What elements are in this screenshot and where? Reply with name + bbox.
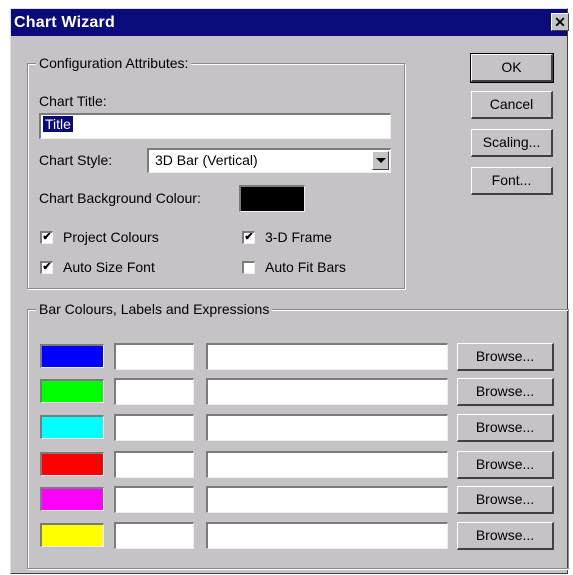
bar-colour-swatch[interactable] — [40, 379, 104, 403]
bar-label-input[interactable] — [114, 486, 194, 513]
checkbox-icon[interactable]: ✔ — [40, 230, 53, 244]
browse-button[interactable]: Browse... — [457, 414, 554, 442]
project-colours-checkbox[interactable]: ✔ Project Colours — [40, 229, 159, 245]
window-title: Chart Wizard — [14, 13, 115, 31]
bar-colour-swatch[interactable] — [40, 487, 104, 511]
title-bar[interactable]: Chart Wizard ✕ — [11, 9, 569, 36]
auto-fit-bars-label: Auto Fit Bars — [265, 259, 346, 275]
chart-style-value: 3D Bar (Vertical) — [155, 152, 258, 168]
bar-label-input[interactable] — [114, 343, 194, 370]
auto-size-font-checkbox[interactable]: ✔ Auto Size Font — [40, 259, 155, 275]
checkbox-icon[interactable]: ✔ — [242, 230, 255, 244]
chevron-down-icon[interactable] — [372, 151, 389, 170]
bar-label-input[interactable] — [114, 378, 194, 405]
chart-title-label: Chart Title: — [39, 93, 107, 109]
browse-button[interactable]: Browse... — [457, 378, 554, 406]
background-colour-swatch[interactable] — [239, 185, 305, 212]
chart-wizard-dialog: Chart Wizard ✕ Configuration Attributes:… — [10, 8, 569, 574]
3d-frame-checkbox[interactable]: ✔ 3-D Frame — [242, 229, 332, 245]
ok-button[interactable]: OK — [470, 53, 554, 83]
scaling-button[interactable]: Scaling... — [471, 129, 553, 157]
project-colours-label: Project Colours — [63, 229, 159, 245]
close-icon[interactable]: ✕ — [551, 13, 569, 31]
bar-colours-group-label: Bar Colours, Labels and Expressions — [36, 301, 273, 317]
auto-fit-bars-checkbox[interactable]: Auto Fit Bars — [242, 259, 346, 275]
chart-style-select[interactable]: 3D Bar (Vertical) — [147, 148, 391, 173]
browse-button[interactable]: Browse... — [457, 522, 554, 550]
bar-expression-input[interactable] — [206, 378, 448, 405]
font-button[interactable]: Font... — [471, 167, 553, 195]
bar-expression-input[interactable] — [206, 451, 448, 478]
browse-button[interactable]: Browse... — [457, 451, 554, 479]
bar-label-input[interactable] — [114, 414, 194, 441]
chart-title-input[interactable]: Title — [39, 113, 391, 139]
bar-expression-input[interactable] — [206, 414, 448, 441]
bar-expression-input[interactable] — [206, 343, 448, 370]
bar-colour-swatch[interactable] — [40, 415, 104, 439]
bar-colour-swatch[interactable] — [40, 452, 104, 476]
bar-expression-input[interactable] — [206, 486, 448, 513]
bar-expression-input[interactable] — [206, 522, 448, 549]
browse-button[interactable]: Browse... — [457, 343, 554, 371]
background-colour-label: Chart Background Colour: — [39, 190, 201, 206]
bar-label-input[interactable] — [114, 522, 194, 549]
chart-title-value: Title — [43, 116, 73, 132]
checkbox-icon[interactable] — [242, 260, 255, 274]
configuration-group-label: Configuration Attributes: — [36, 55, 192, 71]
auto-size-font-label: Auto Size Font — [63, 259, 155, 275]
chart-style-label: Chart Style: — [39, 152, 113, 168]
bar-colour-swatch[interactable] — [40, 344, 104, 368]
bar-colour-swatch[interactable] — [40, 523, 104, 547]
3d-frame-label: 3-D Frame — [265, 229, 332, 245]
cancel-button[interactable]: Cancel — [471, 91, 553, 119]
browse-button[interactable]: Browse... — [457, 486, 554, 514]
bar-label-input[interactable] — [114, 451, 194, 478]
checkbox-icon[interactable]: ✔ — [40, 260, 53, 274]
